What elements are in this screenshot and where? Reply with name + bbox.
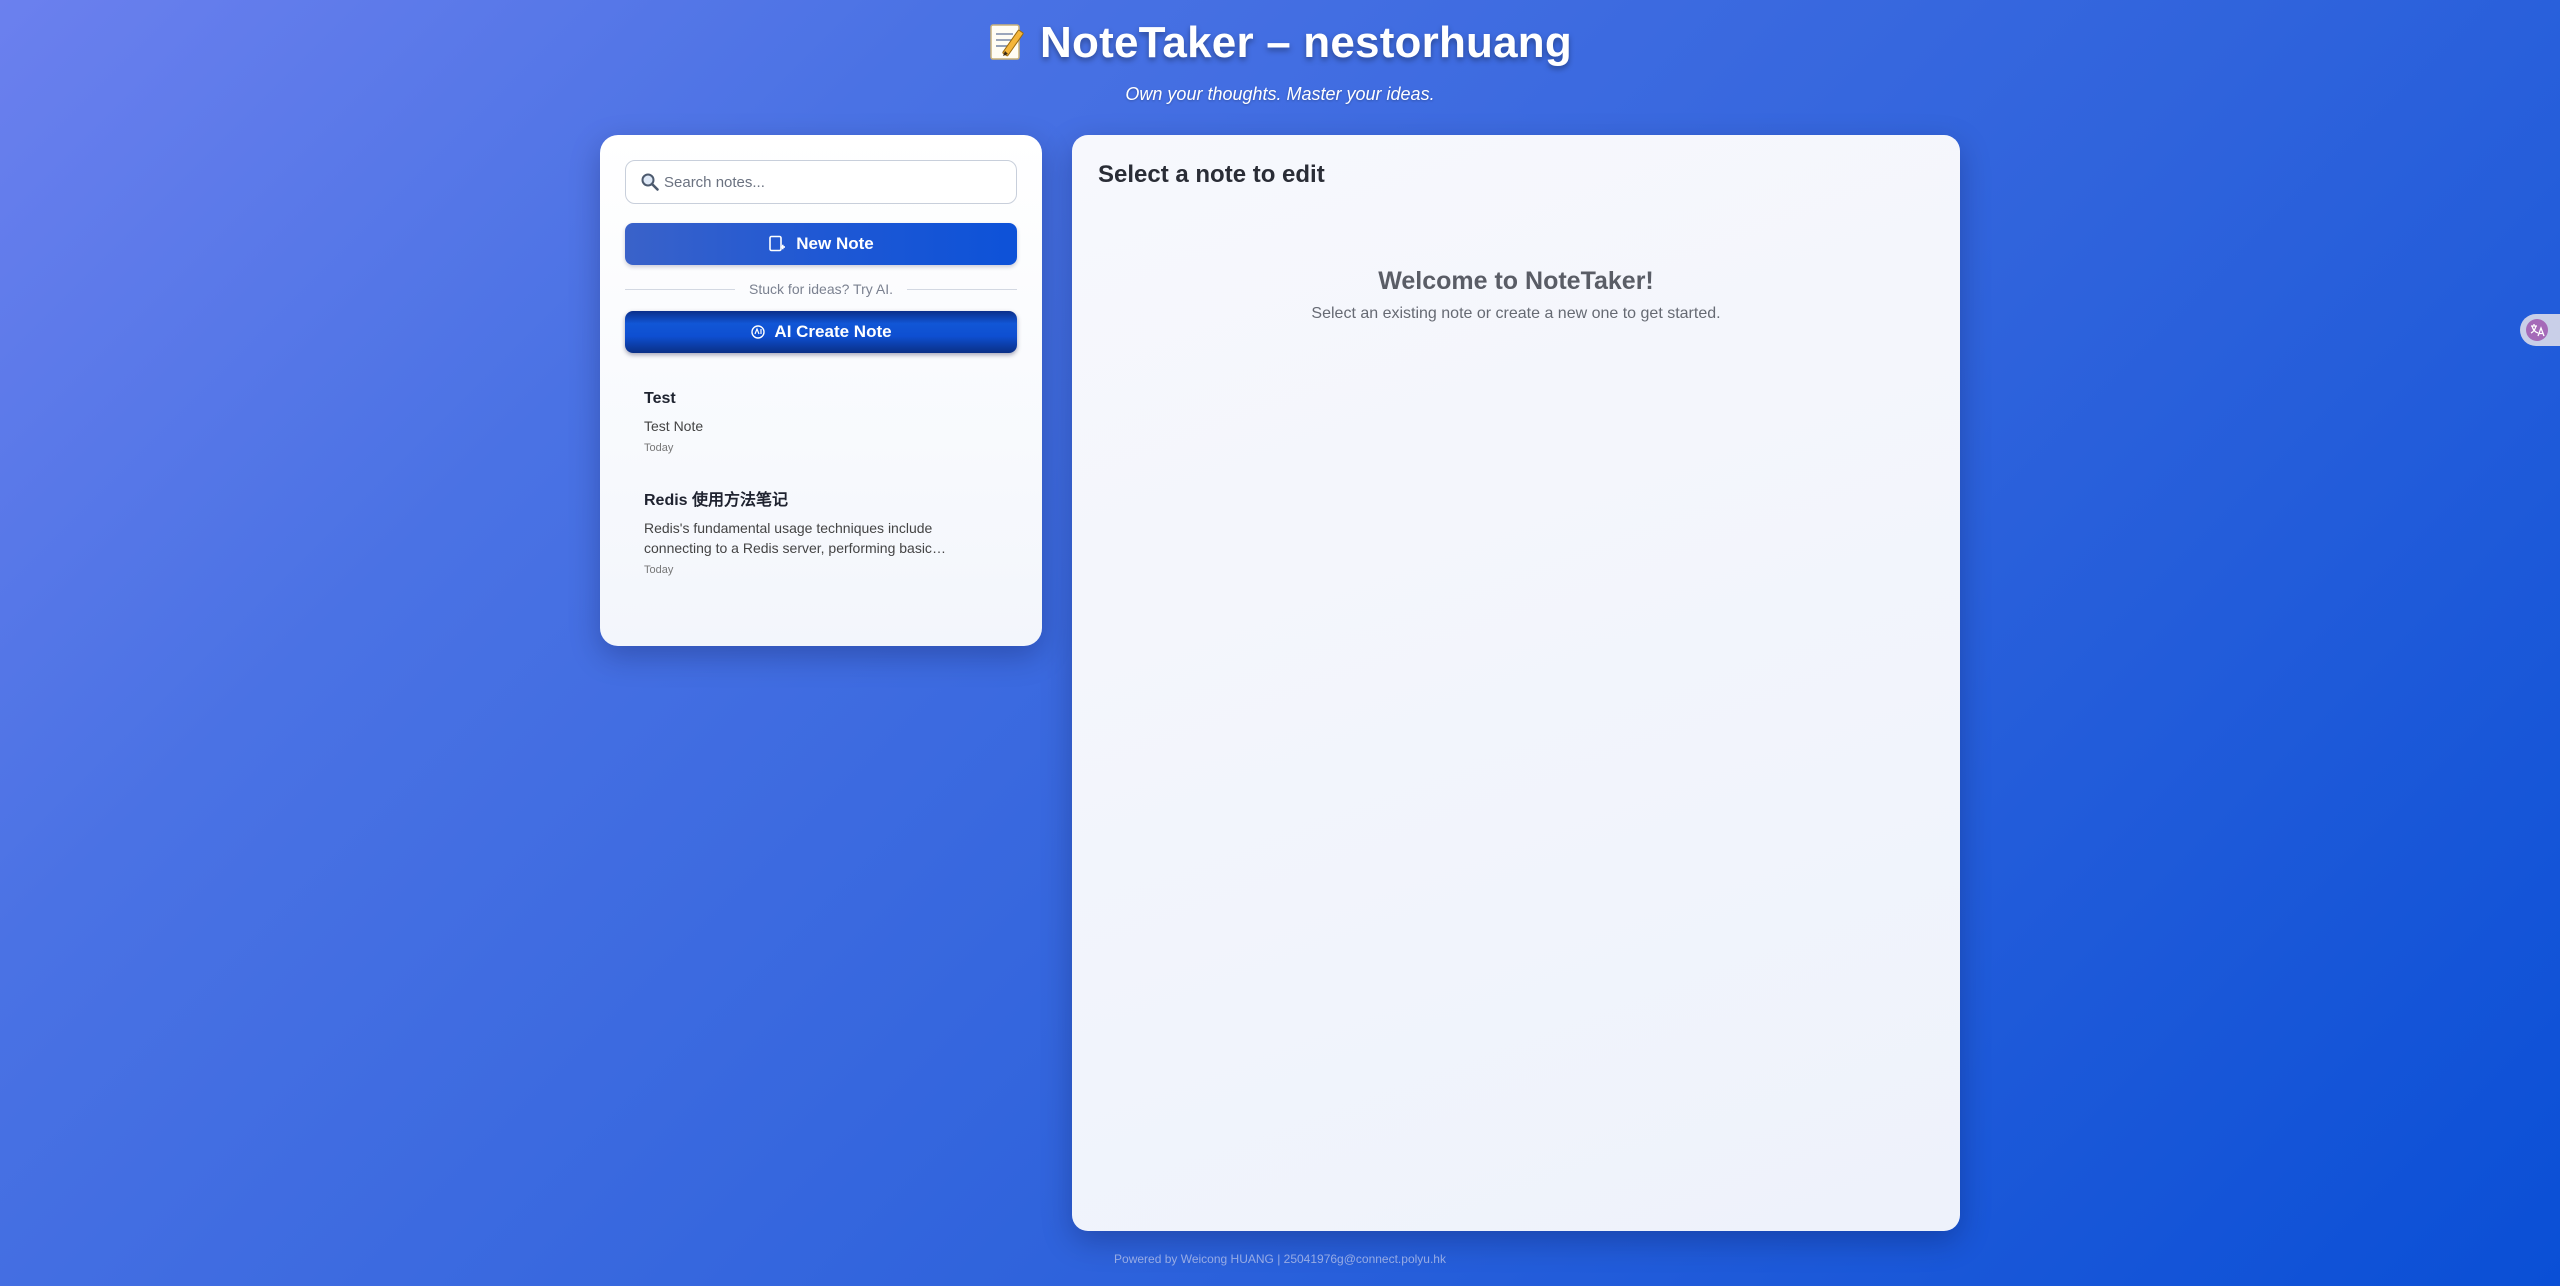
note-item[interactable]: Redis 使用方法笔记 Redis's fundamental usage t… <box>625 476 1017 588</box>
ai-divider: Stuck for ideas? Try AI. <box>625 279 1018 299</box>
note-title: Test <box>644 390 676 407</box>
divider-line <box>625 288 736 290</box>
new-note-button[interactable]: New Note <box>625 223 1017 265</box>
app-title: NoteTaker – nestorhuang <box>0 18 2560 68</box>
editor-panel: Select a note to edit Welcome to NoteTak… <box>1072 135 1960 1231</box>
search-input[interactable] <box>664 173 1004 191</box>
footer-text: Powered by Weicong HUANG | 25041976g@con… <box>1114 1252 1446 1266</box>
new-note-label: New Note <box>796 234 874 253</box>
search-icon <box>640 172 660 192</box>
note-date: Today <box>644 442 674 454</box>
note-preview: Redis's fundamental usage techniques inc… <box>644 520 933 556</box>
note-list: Test Test Note Today Redis 使用方法笔记 Redis'… <box>625 380 1017 598</box>
divider-line <box>906 288 1018 290</box>
note-preview: Test Note <box>644 418 704 434</box>
app-subtitle: Own your thoughts. Master your ideas. <box>1125 84 1435 104</box>
app-title-text: NoteTaker – nestorhuang <box>1040 18 1572 67</box>
search-box[interactable] <box>625 160 1017 204</box>
welcome-title: Welcome to NoteTaker! <box>1378 267 1654 295</box>
ai-create-note-button[interactable]: AI Create Note <box>625 311 1017 353</box>
welcome-text: Select an existing note or create a new … <box>1311 305 1721 322</box>
sidebar: New Note Stuck for ideas? Try AI. AI Cre… <box>600 135 1042 646</box>
note-item[interactable]: Test Test Note Today <box>625 380 1017 466</box>
translate-widget[interactable] <box>2520 314 2560 346</box>
ai-divider-text: Stuck for ideas? Try AI. <box>749 281 893 297</box>
note-title: Redis 使用方法笔记 <box>644 492 789 509</box>
editor-heading: Select a note to edit <box>1098 161 1325 188</box>
new-note-icon <box>768 235 786 253</box>
note-date: Today <box>644 564 674 576</box>
translate-icon <box>2525 318 2549 342</box>
openai-icon <box>750 324 766 340</box>
memo-icon <box>988 21 1026 61</box>
ai-create-note-label: AI Create Note <box>774 322 892 341</box>
